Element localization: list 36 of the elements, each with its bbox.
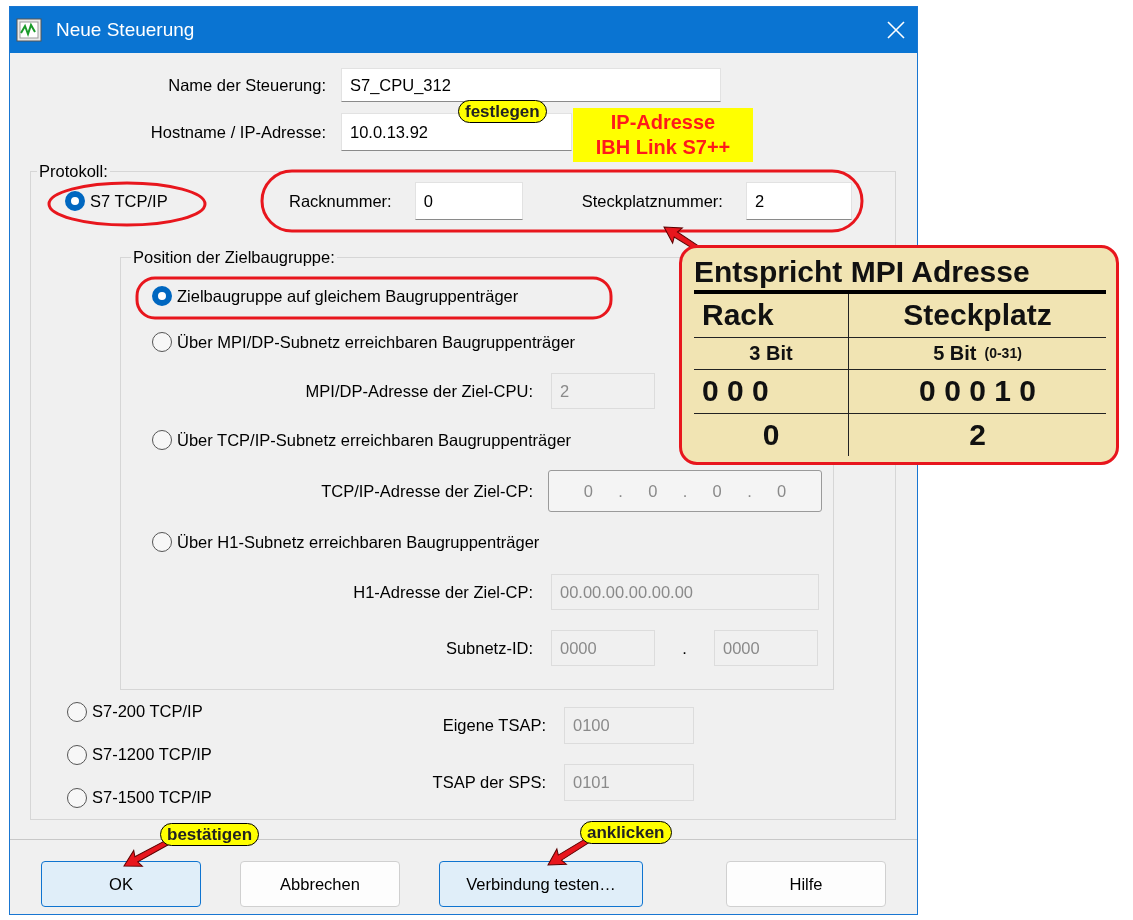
field-label: Subnetz-ID:: [445, 638, 533, 658]
table-cell: 5 Bit: [933, 341, 977, 365]
field-label: TCP/IP-Adresse der Ziel-CP:: [321, 481, 533, 501]
note-text: IP-Adresse: [610, 110, 716, 135]
field-label: MPI/DP-Adresse der Ziel-CPU:: [305, 381, 533, 401]
field-label: Steckplatznummer:: [581, 191, 723, 211]
field-label: TSAP der SPS:: [432, 773, 546, 792]
table-cell: 0: [762, 417, 780, 452]
callout-title: Entspricht MPI Adresse: [694, 254, 1106, 294]
table-cell: 2: [969, 417, 986, 452]
ip-separator: .: [747, 481, 752, 501]
field-label: Racknummer:: [289, 191, 392, 211]
octet-value: 0: [712, 481, 722, 501]
field-label: Hostname / IP-Adresse:: [150, 122, 326, 142]
ip-separator: .: [682, 481, 688, 501]
group-title: Position der Zielbaugruppe:: [132, 248, 336, 267]
note-text: IBH Link S7++: [595, 135, 731, 160]
table-cell: 3 Bit: [749, 341, 793, 365]
octet-value: 0: [583, 481, 593, 501]
octet-value: 0: [777, 481, 787, 501]
range-note: (0-31): [984, 345, 1022, 362]
field-label: H1-Adresse der Ziel-CP:: [353, 582, 533, 602]
window-title: Neue Steuerung: [56, 19, 196, 41]
ip-separator: .: [618, 481, 623, 501]
separator-dot: .: [681, 638, 688, 658]
table-cell: 0 0 0: [702, 374, 769, 409]
annotation-tooltip: festlegen: [458, 100, 547, 123]
field-label: Name der Steuerung:: [168, 75, 326, 95]
table-cell: 0 0 0 1 0: [919, 374, 1036, 409]
column-header: Rack: [702, 298, 774, 333]
annotation-tooltip: bestätigen: [160, 823, 260, 846]
octet-value: 0: [648, 481, 658, 501]
group-title: Protokoll:: [38, 162, 109, 181]
annotation-tooltip: anklicken: [580, 821, 672, 844]
field-label: Eigene TSAP:: [442, 716, 546, 735]
column-header: Steckplatz: [903, 298, 1052, 333]
